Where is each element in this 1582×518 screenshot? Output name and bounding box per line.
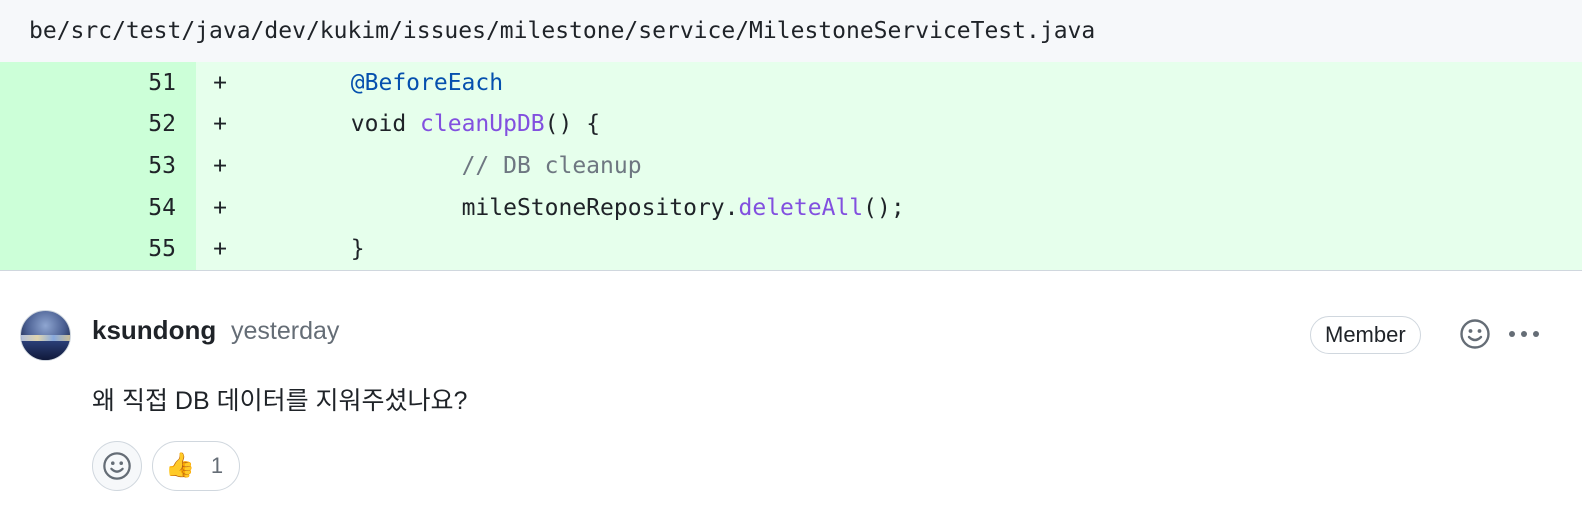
user-avatar[interactable] xyxy=(20,309,71,361)
addition-marker: + xyxy=(213,236,227,263)
kebab-horizontal-icon[interactable] xyxy=(1506,324,1542,344)
line-number[interactable]: 51 xyxy=(0,62,196,104)
code-content: @BeforeEach xyxy=(240,70,503,96)
addition-marker: + xyxy=(213,111,227,138)
smiley-icon xyxy=(103,452,131,480)
add-reaction-button[interactable] xyxy=(92,440,142,491)
code-token: (); xyxy=(863,194,905,221)
line-number[interactable]: 52 xyxy=(0,103,196,146)
comment-author[interactable]: ksundong xyxy=(92,315,216,346)
line-number[interactable]: 55 xyxy=(0,228,196,270)
diff-line[interactable]: 54 + mileStoneRepository.deleteAll(); xyxy=(0,186,1582,229)
line-number[interactable]: 53 xyxy=(0,145,196,187)
member-badge: Member xyxy=(1310,315,1421,354)
thumbs-up-icon: 👍 xyxy=(165,452,195,480)
code-content: void cleanUpDB() { xyxy=(240,111,600,137)
addition-marker: + xyxy=(213,69,227,96)
diff-line[interactable]: 55 + } xyxy=(0,228,1582,270)
code-content: // DB cleanup xyxy=(240,153,642,179)
code-token: @BeforeEach xyxy=(350,69,504,96)
member-badge-label: Member xyxy=(1325,321,1406,347)
code-content: mileStoneRepository.deleteAll(); xyxy=(240,195,905,221)
diff-hunk: 51 + @BeforeEach 52 + void cleanUpDB() { 53 +… xyxy=(0,62,1582,271)
addition-marker: + xyxy=(213,152,227,179)
line-number[interactable]: 54 xyxy=(0,186,196,229)
comment-timestamp[interactable]: yesterday xyxy=(231,317,339,346)
diff-line[interactable]: 51 + @BeforeEach xyxy=(0,62,1582,104)
diff-line[interactable]: 53 + // DB cleanup xyxy=(0,145,1582,187)
smiley-icon[interactable] xyxy=(1459,318,1491,350)
file-path[interactable]: be/src/test/java/dev/kukim/issues/milest… xyxy=(29,18,1095,44)
diff-line[interactable]: 52 + void cleanUpDB() { xyxy=(0,103,1582,146)
comment-body: 왜 직접 DB 데이터를 지워주셨나요? xyxy=(92,386,468,415)
code-token: deleteAll xyxy=(738,194,864,221)
review-comment: ksundong yesterday Member 왜 직접 DB 데이터를 지… xyxy=(0,271,1582,517)
code-token: cleanUpDB xyxy=(420,111,545,138)
reaction-count: 1 xyxy=(210,452,224,478)
code-token: void xyxy=(350,111,421,138)
reaction-thumbs-up-button[interactable]: 👍 1 xyxy=(152,440,241,491)
code-content: } xyxy=(240,236,365,262)
code-token: } xyxy=(350,236,365,263)
code-token: // DB cleanup xyxy=(461,152,642,179)
code-token: mileStoneRepository. xyxy=(461,194,739,221)
code-token: () { xyxy=(544,111,601,138)
file-path-header[interactable]: be/src/test/java/dev/kukim/issues/milest… xyxy=(0,0,1582,62)
addition-marker: + xyxy=(213,194,227,221)
